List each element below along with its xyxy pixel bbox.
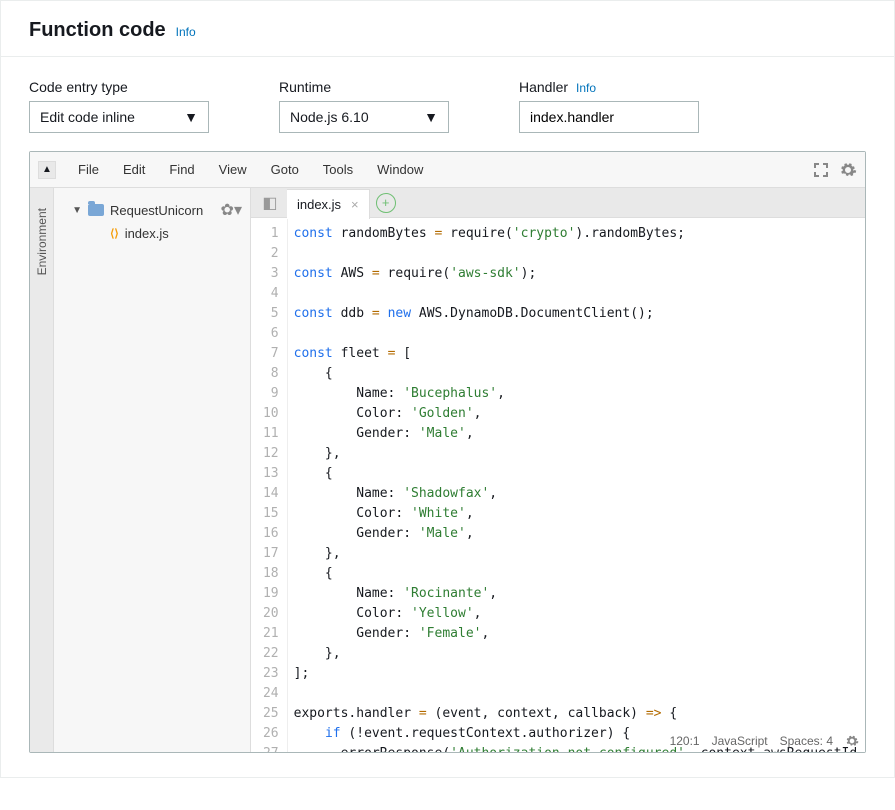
code-entry-type-value: Edit code inline [40,109,135,125]
file-index-js[interactable]: ⟨⟩ index.js [54,224,250,243]
statusbar: 120:1 JavaScript Spaces: 4 [670,730,859,752]
settings-gear-icon[interactable] [839,161,857,179]
status-gear-icon[interactable] [845,734,859,748]
environment-tab[interactable]: Environment [35,208,49,275]
handler-info-link[interactable]: Info [576,81,596,95]
tab-index-js[interactable]: index.js × [287,189,370,219]
code-editor: ◧ index.js × + 1234567891011121314151617… [251,188,865,752]
folder-icon [88,204,104,216]
menu-window[interactable]: Window [367,158,433,181]
folder-request-unicorn[interactable]: ▼ RequestUnicorn [72,201,203,220]
handler-group: Handler Info [519,79,699,133]
line-gutter: 1234567891011121314151617181920212223242… [251,218,288,752]
cursor-position[interactable]: 120:1 [670,734,700,748]
caret-down-icon: ▼ [72,205,82,216]
runtime-label: Runtime [279,79,449,95]
runtime-select[interactable]: Node.js 6.10 ▼ [279,101,449,133]
menu-find[interactable]: Find [159,158,204,181]
function-code-panel: Function code Info Code entry type Edit … [0,0,895,778]
panel-title: Function code [29,19,166,42]
folder-name: RequestUnicorn [110,203,203,218]
runtime-group: Runtime Node.js 6.10 ▼ [279,79,449,133]
file-name: index.js [125,226,169,241]
menu-view[interactable]: View [209,158,257,181]
config-row: Code entry type Edit code inline ▼ Runti… [1,57,894,151]
runtime-value: Node.js 6.10 [290,109,369,125]
menu-goto[interactable]: Goto [261,158,309,181]
info-link[interactable]: Info [176,25,196,39]
handler-label: Handler [519,79,568,95]
tab-list-icon[interactable]: ◧ [259,192,281,214]
tab-label: index.js [297,197,341,212]
add-tab-button[interactable]: + [376,193,396,213]
code-text[interactable]: const randomBytes = require('crypto').ra… [288,218,865,752]
editor-container: ▲ FileEditFindViewGotoToolsWindow Enviro… [29,151,866,753]
code-entry-type-label: Code entry type [29,79,209,95]
indent-setting[interactable]: Spaces: 4 [780,734,833,748]
tabstrip: ◧ index.js × + [251,188,865,218]
language-mode[interactable]: JavaScript [712,734,768,748]
file-tree: ▼ RequestUnicorn ✿▾ ⟨⟩ index.js [54,188,251,752]
close-tab-icon[interactable]: × [351,197,359,212]
menu-edit[interactable]: Edit [113,158,155,181]
caret-down-icon: ▼ [184,109,198,125]
side-rail: Environment [30,188,54,752]
tree-settings-icon[interactable]: ✿▾ [221,200,242,220]
menu-file[interactable]: File [68,158,109,181]
expand-icon[interactable] [813,162,829,178]
code-entry-type-select[interactable]: Edit code inline ▼ [29,101,209,133]
ide-body: Environment ▼ RequestUnicorn ✿▾ ⟨⟩ index… [30,188,865,752]
code-entry-type-group: Code entry type Edit code inline ▼ [29,79,209,133]
collapse-toggle[interactable]: ▲ [38,161,56,179]
menubar: ▲ FileEditFindViewGotoToolsWindow [30,152,865,188]
handler-input[interactable] [519,101,699,133]
js-file-icon: ⟨⟩ [110,227,119,240]
code-area[interactable]: 1234567891011121314151617181920212223242… [251,218,865,752]
panel-header: Function code Info [1,1,894,57]
caret-down-icon: ▼ [424,109,438,125]
menu-tools[interactable]: Tools [313,158,363,181]
